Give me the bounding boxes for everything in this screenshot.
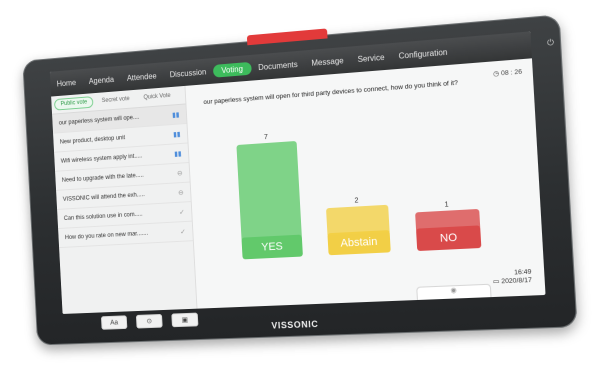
nav-documents[interactable]: Documents [251,59,305,72]
nav-attendee[interactable]: Attendee [120,71,163,83]
check-icon: ✓ [178,208,185,216]
bar-no: 1 NO [415,200,482,252]
bar-yes: 7 YES [236,132,303,260]
nav-configuration[interactable]: Configuration [391,47,455,61]
bottom-buttons: Aa ⊙ ▣ [100,312,199,330]
headphone-icon: ⊙ [146,318,153,326]
timer: ◷ 08 : 26 [492,68,523,78]
headphone-button[interactable]: ⊙ [135,313,163,329]
device-top-tab [246,28,328,46]
nav-home[interactable]: Home [50,77,82,88]
brand-logo: VISSONIC [271,318,319,331]
home-button[interactable]: ◉ [417,284,491,303]
bar-fill [236,140,302,240]
vote-sidebar: Public vote Secret vote Quick Vote our p… [51,85,198,314]
nav-agenda[interactable]: Agenda [82,74,120,86]
clock-icon: ◷ [492,70,500,78]
bar-abstain: 2 Abstain [325,195,391,256]
tab-secret-vote[interactable]: Secret vote [96,94,135,107]
nav-voting[interactable]: Voting [212,61,252,78]
vote-content: our paperless system will open for third… [185,58,545,308]
chart-icon: ▮▮ [173,130,181,139]
minus-circle-icon: ⊖ [177,189,184,197]
stage: ⏻ Home Agenda Attendee Discussion Voting… [0,0,595,383]
nav-message[interactable]: Message [304,55,351,68]
chart-icon: ▮▮ [171,111,180,119]
display-button[interactable]: ▣ [171,312,199,328]
bar-fill [325,204,390,236]
vote-question: our paperless system will open for third… [203,79,459,107]
tab-public-vote[interactable]: Public vote [53,96,94,111]
display-icon: ▣ [181,316,189,324]
sound-icon: ◉ [450,287,457,295]
tablet-device: ⏻ Home Agenda Attendee Discussion Voting… [22,14,578,346]
tab-quick-vote[interactable]: Quick Vote [138,91,177,104]
minus-circle-icon: ⊖ [176,169,183,177]
chart-icon: ▮▮ [174,150,182,158]
clock: 16:49 ▭ 2020/8/17 [492,268,533,286]
nav-service[interactable]: Service [350,52,391,64]
vote-chart: 7 YES 2 Abstain 1 NO [227,122,515,260]
screen-icon: ▭ [492,278,500,286]
screen: Home Agenda Attendee Discussion Voting D… [49,31,546,314]
font-size-button[interactable]: Aa [100,315,128,330]
check-icon: ✓ [180,228,186,236]
nav-discussion[interactable]: Discussion [163,66,213,79]
power-icon: ⏻ [546,37,555,48]
bar-fill [415,208,481,231]
